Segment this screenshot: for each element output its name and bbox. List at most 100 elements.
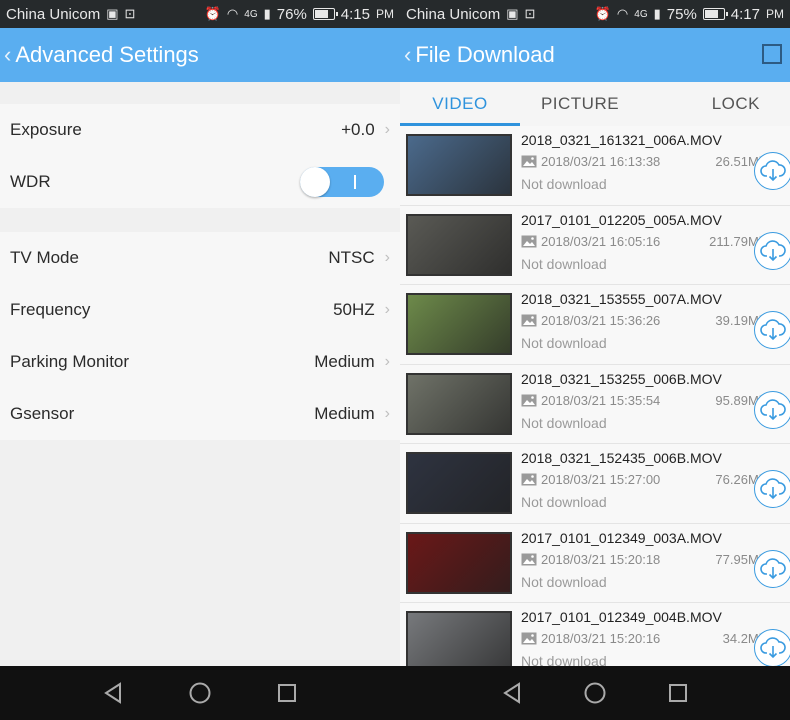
tab-picture[interactable]: PICTURE [520,82,640,126]
image-notification-icon: ⊡ [124,6,136,21]
file-name: 2018_0321_153555_007A.MOV [521,291,722,308]
page-title: Advanced Settings [15,42,199,67]
wifi-icon: ◠ [226,6,239,21]
alarm-icon: ⏰ [594,6,611,21]
file-row[interactable]: 2018_0321_153555_007A.MOV 2018/03/21 15:3… [400,285,790,365]
cloud-download-icon[interactable] [754,549,790,588]
setting-wdr: WDR [0,156,400,208]
wifi-icon: ◠ [616,6,629,21]
back-triangle-icon[interactable] [499,680,525,706]
sim-icon: ▣ [106,6,119,21]
settings-group-image: Exposure +0.0 › WDR [0,104,400,208]
video-thumbnail[interactable] [406,213,512,276]
video-thumbnail[interactable] [406,293,512,356]
file-name: 2017_0101_012349_003A.MOV [521,529,722,546]
download-state: Not download [521,335,607,352]
setting-exposure[interactable]: Exposure +0.0 › [0,104,400,156]
chevron-right-icon: › [384,249,390,266]
file-date: 2018/03/21 15:20:16 [541,631,661,647]
image-icon [521,155,537,168]
image-icon [521,235,537,248]
recents-square-icon[interactable] [274,680,300,706]
file-date: 2018/03/21 16:05:16 [541,233,661,249]
settings-list: Exposure +0.0 › WDR TV Mode NTSC › Frequ… [0,82,400,666]
home-circle-icon[interactable] [582,680,608,706]
status-bar: China Unicom ▣ ⊡ ⏰ ◠ 4G ▮ 76% 4:15 PM [0,0,400,28]
alarm-icon: ⏰ [204,6,221,21]
file-name: 2018_0321_161321_006A.MOV [521,132,722,149]
video-thumbnail[interactable] [406,531,512,594]
home-circle-icon[interactable] [187,680,213,706]
file-row[interactable]: 2017_0101_012205_005A.MOV 2018/03/21 16:0… [400,206,790,285]
recents-square-icon[interactable] [665,680,691,706]
status-bar: China Unicom ▣ ⊡ ⏰ ◠ 4G ▮ 75% 4:17 PM [400,0,790,28]
file-row[interactable]: 2018_0321_161321_006A.MOV 2018/03/21 16:1… [400,126,790,206]
download-state: Not download [521,414,607,431]
setting-frequency[interactable]: Frequency 50HZ › [0,284,400,336]
file-row[interactable]: 2017_0101_012349_004B.MOV 2018/03/21 15:2… [400,603,790,666]
chevron-right-icon: › [384,353,390,370]
image-icon [521,473,537,486]
select-square-icon[interactable] [762,44,782,64]
file-name: 2018_0321_152435_006B.MOV [521,450,722,467]
chevron-right-icon: › [384,405,390,422]
file-row[interactable]: 2018_0321_153255_006B.MOV 2018/03/21 15:3… [400,365,790,444]
image-icon [521,394,537,407]
image-notification-icon: ⊡ [524,6,536,21]
video-thumbnail[interactable] [406,452,512,515]
network-type: 4G [634,8,648,20]
tab-video[interactable]: VIDEO [400,82,520,126]
file-date: 2018/03/21 15:36:26 [541,313,661,329]
battery-icon [702,8,728,20]
network-type: 4G [244,8,258,20]
system-nav-bar [400,666,790,720]
carrier-name: China Unicom [6,5,101,23]
chevron-right-icon: › [384,121,390,138]
clock: 4:17 [730,5,760,23]
video-thumbnail[interactable] [406,372,512,435]
cloud-download-icon[interactable] [754,390,790,429]
download-state: Not download [521,176,607,193]
system-nav-bar [0,666,400,720]
video-thumbnail[interactable] [406,134,512,197]
battery-percent: 76% [276,5,307,23]
file-row[interactable]: 2017_0101_012349_003A.MOV 2018/03/21 15:2… [400,524,790,603]
clock-ampm: PM [376,7,394,21]
file-row[interactable]: 2018_0321_152435_006B.MOV 2018/03/21 15:2… [400,444,790,524]
sim-icon: ▣ [506,6,519,21]
file-date: 2018/03/21 15:20:18 [541,551,661,567]
setting-parking-monitor[interactable]: Parking Monitor Medium › [0,336,400,388]
file-download-screen: China Unicom ▣ ⊡ ⏰ ◠ 4G ▮ 75% 4:17 PM ‹ … [400,0,790,720]
clock: 4:15 [340,5,370,23]
image-icon [521,314,537,327]
video-thumbnail[interactable] [406,611,512,666]
file-date: 2018/03/21 16:13:38 [541,154,661,170]
tab-lock[interactable]: LOCK [640,82,790,126]
carrier-name: China Unicom [406,5,501,23]
back-chevron-icon[interactable]: ‹ [4,42,11,68]
app-bar: ‹ Advanced Settings [0,28,400,82]
back-chevron-icon[interactable]: ‹ [404,42,411,68]
advanced-settings-screen: China Unicom ▣ ⊡ ⏰ ◠ 4G ▮ 76% 4:15 PM ‹ … [0,0,400,720]
image-icon [521,553,537,566]
battery-percent: 75% [666,5,697,23]
download-state: Not download [521,494,607,511]
chevron-right-icon: › [384,301,390,318]
file-date: 2018/03/21 15:27:00 [541,472,661,488]
file-list: 2018_0321_161321_006A.MOV 2018/03/21 16:1… [400,126,790,666]
file-name: 2017_0101_012349_004B.MOV [521,609,722,626]
page-title: File Download [415,42,555,67]
cloud-download-icon[interactable] [754,470,790,509]
setting-tv-mode[interactable]: TV Mode NTSC › [0,232,400,284]
cloud-download-icon[interactable] [754,231,790,270]
cloud-download-icon[interactable] [754,629,790,666]
wdr-toggle[interactable] [300,167,384,197]
download-state: Not download [521,653,607,666]
cloud-download-icon[interactable] [754,152,790,191]
file-name: 2017_0101_012205_005A.MOV [521,211,722,228]
back-triangle-icon[interactable] [100,680,126,706]
download-state: Not download [521,573,607,590]
image-icon [521,632,537,645]
cloud-download-icon[interactable] [754,311,790,350]
setting-gsensor[interactable]: Gsensor Medium › [0,388,400,440]
